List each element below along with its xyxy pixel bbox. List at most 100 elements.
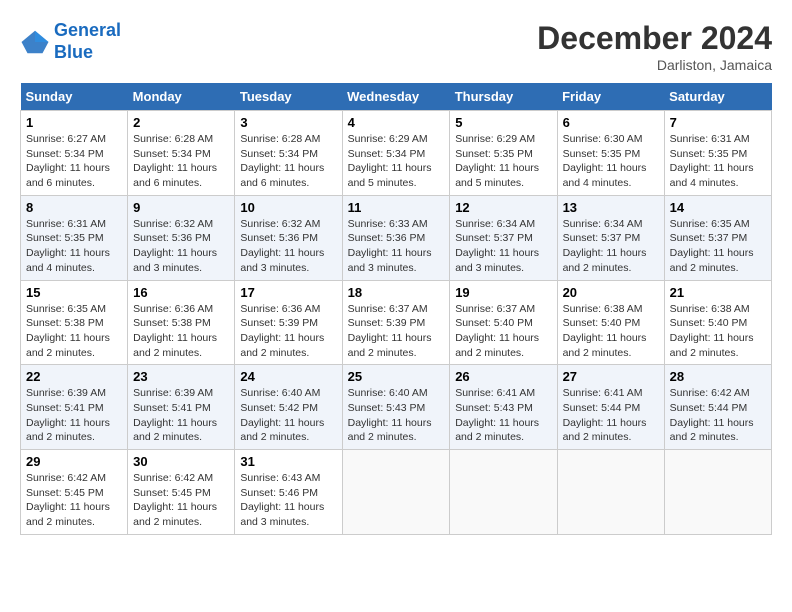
calendar-cell: 8 Sunrise: 6:31 AMSunset: 5:35 PMDaylight… [21,195,128,280]
calendar-cell: 26 Sunrise: 6:41 AMSunset: 5:43 PMDayligh… [450,365,557,450]
day-info: Sunrise: 6:34 AMSunset: 5:37 PMDaylight:… [563,217,659,276]
day-info: Sunrise: 6:42 AMSunset: 5:44 PMDaylight:… [670,386,766,445]
day-info: Sunrise: 6:33 AMSunset: 5:36 PMDaylight:… [348,217,445,276]
day-info: Sunrise: 6:35 AMSunset: 5:37 PMDaylight:… [670,217,766,276]
day-number: 1 [26,115,122,130]
day-number: 28 [670,369,766,384]
day-info: Sunrise: 6:40 AMSunset: 5:43 PMDaylight:… [348,386,445,445]
day-number: 18 [348,285,445,300]
day-info: Sunrise: 6:35 AMSunset: 5:38 PMDaylight:… [26,302,122,361]
logo-icon [20,27,50,57]
day-number: 20 [563,285,659,300]
day-info: Sunrise: 6:27 AMSunset: 5:34 PMDaylight:… [26,132,122,191]
calendar-week-2: 8 Sunrise: 6:31 AMSunset: 5:35 PMDaylight… [21,195,772,280]
calendar-cell: 9 Sunrise: 6:32 AMSunset: 5:36 PMDaylight… [128,195,235,280]
day-info: Sunrise: 6:37 AMSunset: 5:40 PMDaylight:… [455,302,551,361]
calendar-cell: 25 Sunrise: 6:40 AMSunset: 5:43 PMDayligh… [342,365,450,450]
month-title: December 2024 [537,20,772,57]
day-info: Sunrise: 6:41 AMSunset: 5:43 PMDaylight:… [455,386,551,445]
calendar-cell: 27 Sunrise: 6:41 AMSunset: 5:44 PMDayligh… [557,365,664,450]
day-number: 27 [563,369,659,384]
day-number: 24 [240,369,336,384]
day-info: Sunrise: 6:28 AMSunset: 5:34 PMDaylight:… [133,132,229,191]
day-number: 22 [26,369,122,384]
calendar-cell: 31 Sunrise: 6:43 AMSunset: 5:46 PMDayligh… [235,450,342,535]
day-number: 25 [348,369,445,384]
day-info: Sunrise: 6:31 AMSunset: 5:35 PMDaylight:… [26,217,122,276]
weekday-header-saturday: Saturday [664,83,771,111]
day-number: 29 [26,454,122,469]
day-info: Sunrise: 6:36 AMSunset: 5:39 PMDaylight:… [240,302,336,361]
calendar-cell: 19 Sunrise: 6:37 AMSunset: 5:40 PMDayligh… [450,280,557,365]
calendar-cell: 7Sunrise: 6:31 AMSunset: 5:35 PMDaylight… [664,111,771,196]
day-number: 11 [348,200,445,215]
weekday-header-thursday: Thursday [450,83,557,111]
logo-text: General Blue [54,20,121,63]
day-number: 8 [26,200,122,215]
day-info: Sunrise: 6:29 AMSunset: 5:34 PMDaylight:… [348,132,445,191]
day-info: Sunrise: 6:41 AMSunset: 5:44 PMDaylight:… [563,386,659,445]
day-number: 23 [133,369,229,384]
day-info: Sunrise: 6:32 AMSunset: 5:36 PMDaylight:… [133,217,229,276]
day-number: 14 [670,200,766,215]
calendar-cell [557,450,664,535]
weekday-header-monday: Monday [128,83,235,111]
day-number: 2 [133,115,229,130]
calendar-cell: 1 Sunrise: 6:27 AMSunset: 5:34 PMDaylight… [21,111,128,196]
calendar-cell: 22Sunrise: 6:39 AMSunset: 5:41 PMDayligh… [21,365,128,450]
day-number: 30 [133,454,229,469]
day-info: Sunrise: 6:29 AMSunset: 5:35 PMDaylight:… [455,132,551,191]
day-info: Sunrise: 6:42 AMSunset: 5:45 PMDaylight:… [26,471,122,530]
day-number: 9 [133,200,229,215]
weekday-header-sunday: Sunday [21,83,128,111]
calendar-cell: 29 Sunrise: 6:42 AMSunset: 5:45 PMDayligh… [21,450,128,535]
location: Darliston, Jamaica [537,57,772,73]
calendar-cell: 5 Sunrise: 6:29 AMSunset: 5:35 PMDaylight… [450,111,557,196]
day-info: Sunrise: 6:40 AMSunset: 5:42 PMDaylight:… [240,386,336,445]
day-info: Sunrise: 6:43 AMSunset: 5:46 PMDaylight:… [240,471,336,530]
calendar-cell: 6Sunrise: 6:30 AMSunset: 5:35 PMDaylight… [557,111,664,196]
day-number: 26 [455,369,551,384]
calendar-cell: 10Sunrise: 6:32 AMSunset: 5:36 PMDayligh… [235,195,342,280]
calendar-table: SundayMondayTuesdayWednesdayThursdayFrid… [20,83,772,535]
calendar-cell [664,450,771,535]
day-number: 10 [240,200,336,215]
calendar-week-3: 15 Sunrise: 6:35 AMSunset: 5:38 PMDayligh… [21,280,772,365]
day-info: Sunrise: 6:42 AMSunset: 5:45 PMDaylight:… [133,471,229,530]
weekday-header-tuesday: Tuesday [235,83,342,111]
calendar-cell: 15 Sunrise: 6:35 AMSunset: 5:38 PMDayligh… [21,280,128,365]
calendar-cell: 11 Sunrise: 6:33 AMSunset: 5:36 PMDayligh… [342,195,450,280]
day-number: 3 [240,115,336,130]
day-number: 6 [563,115,659,130]
calendar-cell: 28 Sunrise: 6:42 AMSunset: 5:44 PMDayligh… [664,365,771,450]
calendar-week-5: 29 Sunrise: 6:42 AMSunset: 5:45 PMDayligh… [21,450,772,535]
calendar-cell: 18 Sunrise: 6:37 AMSunset: 5:39 PMDayligh… [342,280,450,365]
header-row: SundayMondayTuesdayWednesdayThursdayFrid… [21,83,772,111]
day-number: 4 [348,115,445,130]
day-info: Sunrise: 6:38 AMSunset: 5:40 PMDaylight:… [670,302,766,361]
calendar-cell: 4 Sunrise: 6:29 AMSunset: 5:34 PMDaylight… [342,111,450,196]
day-number: 12 [455,200,551,215]
calendar-cell [450,450,557,535]
calendar-cell: 14 Sunrise: 6:35 AMSunset: 5:37 PMDayligh… [664,195,771,280]
title-block: December 2024 Darliston, Jamaica [537,20,772,73]
calendar-cell: 30 Sunrise: 6:42 AMSunset: 5:45 PMDayligh… [128,450,235,535]
weekday-header-wednesday: Wednesday [342,83,450,111]
day-info: Sunrise: 6:37 AMSunset: 5:39 PMDaylight:… [348,302,445,361]
day-number: 31 [240,454,336,469]
calendar-header: SundayMondayTuesdayWednesdayThursdayFrid… [21,83,772,111]
page-header: General Blue December 2024 Darliston, Ja… [20,20,772,73]
calendar-cell: 21 Sunrise: 6:38 AMSunset: 5:40 PMDayligh… [664,280,771,365]
day-number: 13 [563,200,659,215]
day-number: 21 [670,285,766,300]
logo: General Blue [20,20,121,63]
calendar-cell: 13 Sunrise: 6:34 AMSunset: 5:37 PMDayligh… [557,195,664,280]
weekday-header-friday: Friday [557,83,664,111]
day-number: 19 [455,285,551,300]
day-info: Sunrise: 6:36 AMSunset: 5:38 PMDaylight:… [133,302,229,361]
calendar-cell: 24 Sunrise: 6:40 AMSunset: 5:42 PMDayligh… [235,365,342,450]
day-info: Sunrise: 6:34 AMSunset: 5:37 PMDaylight:… [455,217,551,276]
day-info: Sunrise: 6:39 AMSunset: 5:41 PMDaylight:… [133,386,229,445]
day-number: 15 [26,285,122,300]
day-number: 5 [455,115,551,130]
